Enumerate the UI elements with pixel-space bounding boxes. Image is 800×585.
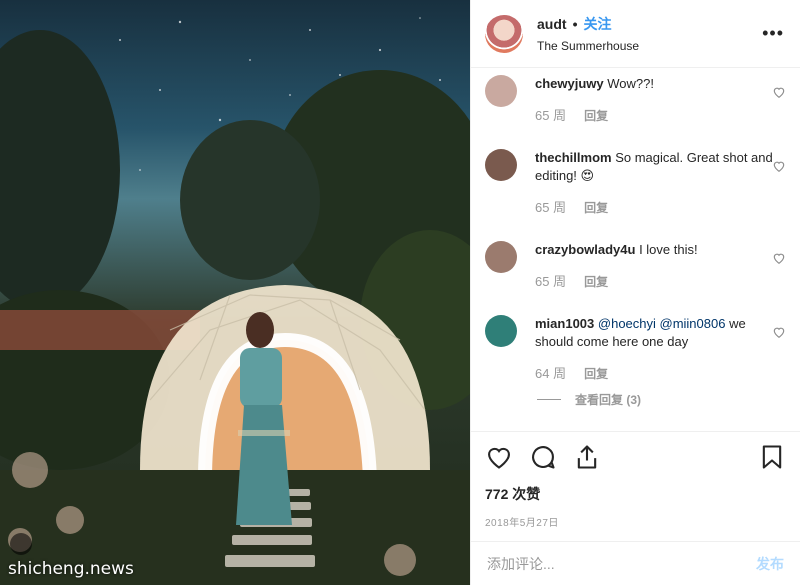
add-comment-bar: 发布 xyxy=(471,541,800,585)
comment-list[interactable]: chewyjuwy Wow??! 65 周 回复 thechillmom So … xyxy=(471,69,800,431)
reply-button[interactable]: 回复 xyxy=(584,199,608,217)
action-icons-row xyxy=(485,442,786,472)
commenter-avatar[interactable] xyxy=(485,241,517,273)
comment-username[interactable]: thechillmom xyxy=(535,150,612,165)
commenter-avatar[interactable] xyxy=(485,75,517,107)
comment-item: thechillmom So magical. Great shot and e… xyxy=(485,149,786,217)
post-comment-button[interactable]: 发布 xyxy=(756,554,784,574)
comment-meta: 64 周 回复 xyxy=(535,365,786,383)
separator: • xyxy=(572,16,578,32)
view-replies-line xyxy=(537,399,561,400)
author-line: audt • 关注 xyxy=(537,14,762,34)
comment-username[interactable]: chewyjuwy xyxy=(535,76,604,91)
heart-icon[interactable] xyxy=(485,443,513,471)
reply-button[interactable]: 回复 xyxy=(584,273,608,291)
photo-illustration xyxy=(0,17,470,585)
view-replies-button[interactable]: 查看回复 (3) xyxy=(537,391,641,408)
comment-item: mian1003 @hoechyi @miin0806 we should co… xyxy=(485,315,786,383)
location-link[interactable]: The Summerhouse xyxy=(537,39,762,53)
comment-input[interactable] xyxy=(487,555,756,572)
bookmark-icon[interactable] xyxy=(758,443,786,471)
comment-meta: 65 周 回复 xyxy=(535,107,786,125)
view-replies-label: 查看回复 (3) xyxy=(575,393,642,407)
reply-button[interactable]: 回复 xyxy=(584,107,608,125)
comment-body: chewyjuwy Wow??! 65 周 回复 xyxy=(535,75,786,125)
share-icon[interactable] xyxy=(573,443,601,471)
like-count[interactable]: 772 次赞 xyxy=(485,484,786,504)
comment-username[interactable]: mian1003 xyxy=(535,316,594,331)
comment-time: 65 周 xyxy=(535,274,567,289)
comment-time: 65 周 xyxy=(535,200,567,215)
comment-like-icon[interactable] xyxy=(772,85,786,99)
comment-body: crazybowlady4u I love this! 65 周 回复 xyxy=(535,241,786,291)
comment-mention[interactable]: @hoechyi @miin0806 xyxy=(598,316,726,331)
comment-text: Wow??! xyxy=(607,76,654,91)
post-side-panel: audt • 关注 The Summerhouse ••• chewyjuwy … xyxy=(470,0,800,585)
comment-like-icon[interactable] xyxy=(772,251,786,265)
commenter-avatar[interactable] xyxy=(485,149,517,181)
comment-like-icon[interactable] xyxy=(772,325,786,339)
comment-text: I love this! xyxy=(639,242,698,257)
post-date: 2018年5月27日 xyxy=(485,518,559,529)
watermark: shicheng.news xyxy=(8,559,134,579)
comment-meta: 65 周 回复 xyxy=(535,273,786,291)
comment-item: crazybowlady4u I love this! 65 周 回复 xyxy=(485,241,786,291)
comment-icon[interactable] xyxy=(529,443,557,471)
comment-time: 65 周 xyxy=(535,108,567,123)
tagged-user-icon[interactable] xyxy=(10,533,32,555)
post-header: audt • 关注 The Summerhouse ••• xyxy=(471,0,800,68)
post-photo[interactable]: shicheng.news xyxy=(0,0,470,585)
author-avatar[interactable] xyxy=(485,14,523,53)
comment-item: chewyjuwy Wow??! 65 周 回复 xyxy=(485,75,786,125)
author-username[interactable]: audt xyxy=(537,16,567,32)
comment-username[interactable]: crazybowlady4u xyxy=(535,242,635,257)
post-viewer: shicheng.news audt • 关注 The Summerhouse … xyxy=(0,0,800,585)
comment-body: thechillmom So magical. Great shot and e… xyxy=(535,149,786,217)
follow-button[interactable]: 关注 xyxy=(583,14,611,34)
comment-like-icon[interactable] xyxy=(772,159,786,173)
more-options-icon[interactable]: ••• xyxy=(762,23,784,44)
comment-meta: 65 周 回复 xyxy=(535,199,786,217)
comment-body: mian1003 @hoechyi @miin0806 we should co… xyxy=(535,315,786,383)
comment-time: 64 周 xyxy=(535,366,567,381)
author-info: audt • 关注 The Summerhouse xyxy=(537,14,762,53)
reply-button[interactable]: 回复 xyxy=(584,365,608,383)
commenter-avatar[interactable] xyxy=(485,315,517,347)
post-actions: 772 次赞 2018年5月27日 xyxy=(471,431,800,541)
